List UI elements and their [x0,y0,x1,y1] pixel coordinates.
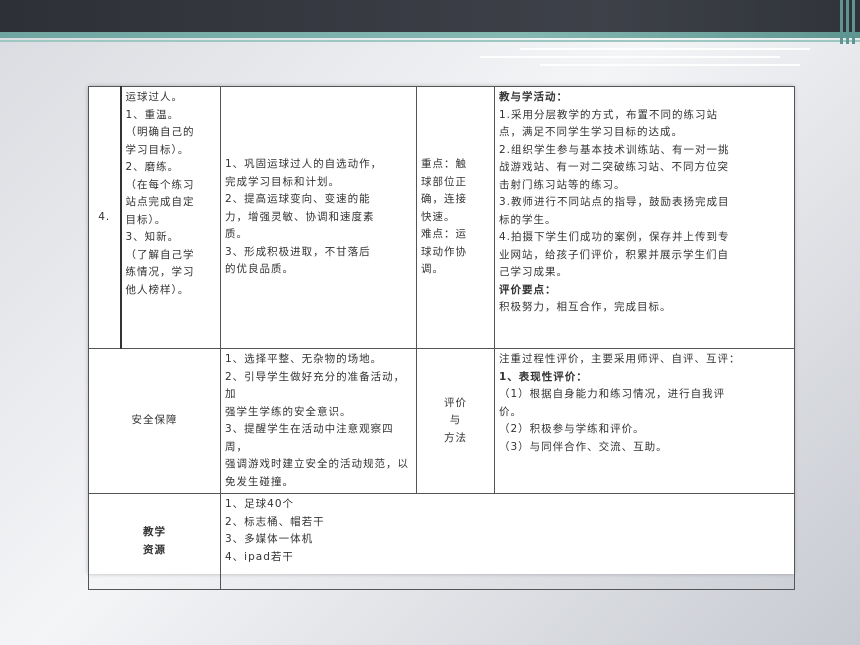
activities-cell: 教与学活动： 1.采用分层教学的方式，布置不同的练习站 点，满足不同学生学习目标… [494,86,795,349]
resources-label: 教学 资源 [88,493,221,590]
resources-content-cell: 1、足球40个 2、标志桶、帽若干 3、多媒体一体机 4、ipad若干 [220,493,795,590]
key-points-cell: 重点：触 球部位正 确，连接 快速。 难点：运 球动作协 调。 [416,86,495,349]
evaluation-content-cell: 注重过程性评价，主要采用师评、自评、互评： 1、表现性评价： （1）根据自身能力… [494,348,795,494]
title-band [0,0,860,32]
step-content-cell: 运球过人。 1、重温。 （明确自己的 学习目标）。 2、磨练。 （在每个练习 站… [119,86,221,349]
evaluation-method-label: 评价 与 方法 [416,348,495,494]
table-row: 教学 资源 1、足球40个 2、标志桶、帽若干 3、多媒体一体机 4、ipad若… [88,493,795,590]
document-page: 4. 运球过人。 1、重温。 （明确自己的 学习目标）。 2、磨练。 （在每个练… [88,86,795,590]
safety-label: 安全保障 [88,348,221,494]
lesson-plan-table: 4. 运球过人。 1、重温。 （明确自己的 学习目标）。 2、磨练。 （在每个练… [88,86,795,590]
accent-band [0,32,860,38]
accent-line [0,40,860,42]
table-row: 安全保障 1、选择平整、无杂物的场地。 2、引导学生做好充分的准备活动，加 强学… [88,348,795,494]
safety-content-cell: 1、选择平整、无杂物的场地。 2、引导学生做好充分的准备活动，加 强学生学练的安… [220,348,417,494]
activity-title: 教与学活动： [499,91,568,103]
corner-stripes [838,0,860,44]
eval-title: 评价要点： [499,283,557,296]
decor-lines [480,44,810,70]
table-row: 4. 运球过人。 1、重温。 （明确自己的 学习目标）。 2、磨练。 （在每个练… [88,86,795,349]
goals-cell: 1、巩固运球过人的自选动作， 完成学习目标和计划。 2、提高运球变向、变速的能 … [220,86,417,349]
step-number: 4. [88,86,121,349]
